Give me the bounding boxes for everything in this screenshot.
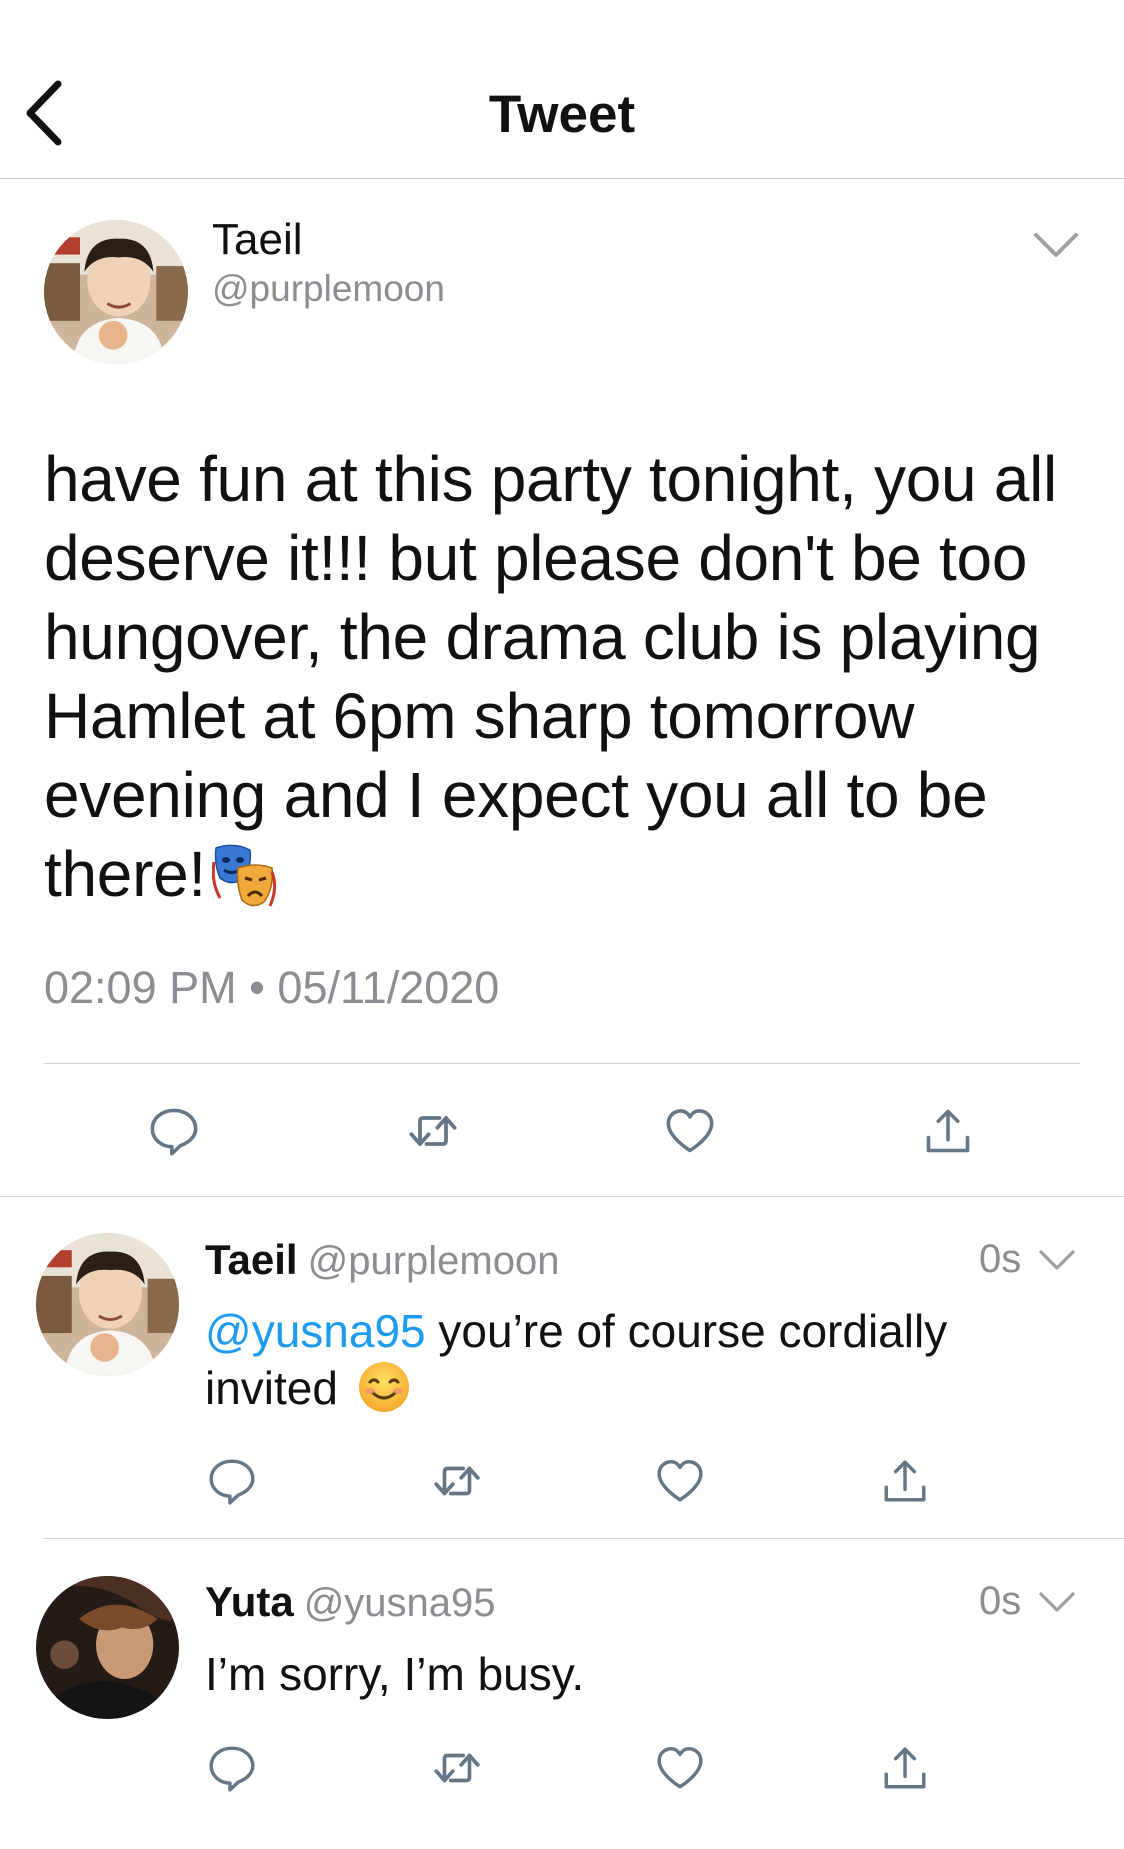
author-handle[interactable]: @purplemoon	[212, 268, 445, 310]
avatar[interactable]	[36, 1233, 179, 1376]
reply-icon	[207, 1456, 257, 1506]
tweet-timestamp: 02:09 PM • 05/11/2020	[44, 962, 499, 1014]
reply-header: Taeil @purplemoon	[205, 1236, 559, 1284]
tweet-time: 02:09 PM	[44, 962, 237, 1013]
divider	[0, 1196, 1124, 1197]
separator: •	[249, 962, 265, 1013]
share-icon	[880, 1456, 930, 1506]
share-icon	[880, 1743, 930, 1793]
chevron-down-icon	[1030, 225, 1082, 265]
retweet-button[interactable]	[430, 1456, 484, 1506]
reply-time: 0s	[979, 1579, 1022, 1623]
reply-button[interactable]	[207, 1743, 257, 1793]
tweet-text: have fun at this party tonight, you all …	[44, 443, 1057, 910]
share-button[interactable]	[922, 1105, 974, 1157]
reply-menu-button[interactable]	[1036, 1586, 1078, 1618]
share-button[interactable]	[880, 1743, 930, 1793]
chevron-down-icon	[1036, 1244, 1078, 1276]
reply-button[interactable]	[148, 1105, 200, 1157]
reply-header: Yuta @yusna95	[205, 1578, 496, 1626]
page-title: Tweet	[488, 85, 636, 144]
like-button[interactable]	[655, 1743, 705, 1793]
author-photo	[44, 220, 188, 364]
reply-author-name[interactable]: Taeil	[205, 1236, 298, 1283]
like-button[interactable]	[655, 1456, 705, 1506]
author-name[interactable]: Taeil	[212, 215, 303, 265]
reply-button[interactable]	[207, 1456, 257, 1506]
reply-author-handle[interactable]: @yusna95	[304, 1581, 496, 1625]
reply-icon	[207, 1743, 257, 1793]
reply-text: I’m sorry, I’m busy.	[205, 1648, 585, 1700]
reply-body: @yusna95 you’re of course cordially invi…	[205, 1303, 1045, 1417]
smiling-face-icon	[357, 1360, 411, 1414]
share-button[interactable]	[880, 1456, 930, 1506]
author-photo	[36, 1233, 179, 1376]
author-photo	[36, 1576, 179, 1719]
chevron-down-icon	[1036, 1586, 1078, 1618]
avatar[interactable]	[36, 1576, 179, 1719]
like-icon	[655, 1456, 705, 1506]
retweet-button[interactable]	[405, 1105, 461, 1157]
reply-author-handle[interactable]: @purplemoon	[308, 1239, 560, 1283]
like-icon	[664, 1105, 716, 1157]
mention-link[interactable]: @yusna95	[205, 1305, 426, 1357]
avatar[interactable]	[44, 220, 188, 364]
like-icon	[655, 1743, 705, 1793]
retweet-icon	[430, 1743, 484, 1793]
reply-author-name[interactable]: Yuta	[205, 1578, 294, 1625]
tweet-menu-button[interactable]	[1030, 225, 1082, 265]
divider	[44, 1538, 1124, 1539]
like-button[interactable]	[664, 1105, 716, 1157]
retweet-icon	[405, 1105, 461, 1157]
retweet-button[interactable]	[430, 1743, 484, 1793]
reply-time: 0s	[979, 1237, 1022, 1281]
reply-menu-button[interactable]	[1036, 1244, 1078, 1276]
performing-arts-icon	[211, 842, 276, 910]
retweet-icon	[430, 1456, 484, 1506]
tweet-date: 05/11/2020	[277, 962, 500, 1013]
divider	[44, 1063, 1080, 1064]
tweet-body: have fun at this party tonight, you all …	[44, 440, 1084, 914]
reply-icon	[148, 1105, 200, 1157]
share-icon	[922, 1105, 974, 1157]
